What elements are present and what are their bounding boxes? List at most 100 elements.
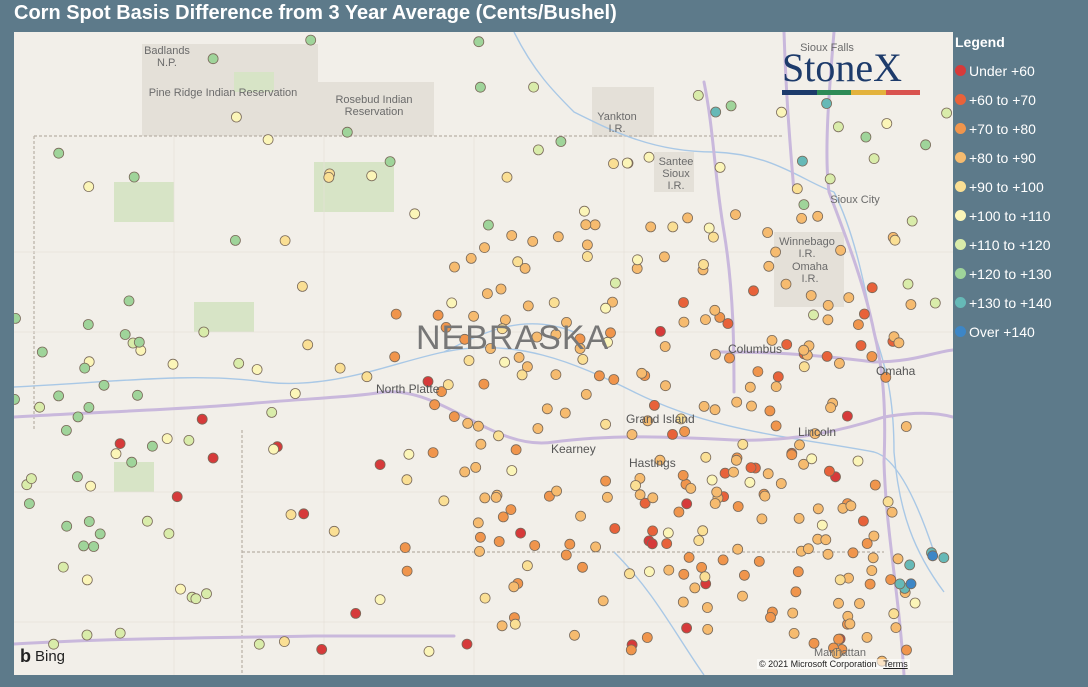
station-dot[interactable] <box>533 144 544 156</box>
station-dot[interactable] <box>834 357 845 369</box>
station-dot[interactable] <box>522 560 533 572</box>
station-dot[interactable] <box>792 566 804 578</box>
station-dot[interactable] <box>496 620 508 632</box>
station-dot[interactable] <box>709 404 721 416</box>
station-dot[interactable] <box>905 578 917 590</box>
station-dot[interactable] <box>796 212 807 224</box>
station-dot[interactable] <box>894 578 906 590</box>
station-dot[interactable] <box>559 407 571 419</box>
station-dot[interactable] <box>888 608 900 620</box>
station-dot[interactable] <box>465 252 477 264</box>
station-dot[interactable] <box>737 590 748 602</box>
station-dot[interactable] <box>660 380 671 392</box>
station-dot[interactable] <box>678 568 690 580</box>
station-dot[interactable] <box>438 495 450 507</box>
station-dot[interactable] <box>114 627 126 639</box>
station-dot[interactable] <box>146 440 158 452</box>
station-dot[interactable] <box>183 434 195 446</box>
station-dot[interactable] <box>730 209 741 221</box>
station-dot[interactable] <box>550 369 562 381</box>
station-dot[interactable] <box>522 300 534 312</box>
station-dot[interactable] <box>710 348 721 360</box>
station-dot[interactable] <box>725 100 737 112</box>
station-dot[interactable] <box>645 221 657 233</box>
station-dot[interactable] <box>868 530 880 542</box>
station-dot[interactable] <box>763 260 775 272</box>
station-dot[interactable] <box>699 571 711 583</box>
station-dot[interactable] <box>479 492 491 504</box>
station-dot[interactable] <box>847 547 859 559</box>
station-dot[interactable] <box>641 632 653 643</box>
station-dot[interactable] <box>866 282 878 294</box>
station-dot[interactable] <box>350 608 362 619</box>
station-dot[interactable] <box>61 424 72 436</box>
station-dot[interactable] <box>845 500 857 512</box>
station-dot[interactable] <box>316 644 328 655</box>
station-dot[interactable] <box>739 569 750 581</box>
station-dot[interactable] <box>132 389 143 401</box>
station-dot[interactable] <box>662 527 674 539</box>
station-dot[interactable] <box>731 454 742 466</box>
station-dot[interactable] <box>366 170 378 182</box>
station-dot[interactable] <box>855 340 867 351</box>
station-dot[interactable] <box>794 439 805 451</box>
station-dot[interactable] <box>753 556 765 567</box>
station-dot[interactable] <box>861 632 873 643</box>
station-dot[interactable] <box>745 462 757 474</box>
station-dot[interactable] <box>79 362 91 374</box>
station-dot[interactable] <box>201 588 212 600</box>
station-dot[interactable] <box>14 394 20 405</box>
station-dot[interactable] <box>82 319 94 330</box>
station-dot[interactable] <box>133 336 145 348</box>
station-dot[interactable] <box>389 351 401 363</box>
station-dot[interactable] <box>706 474 718 486</box>
station-dot[interactable] <box>882 496 894 508</box>
station-dot[interactable] <box>816 519 828 531</box>
station-dot[interactable] <box>196 413 208 425</box>
station-dot[interactable] <box>83 401 95 413</box>
station-dot[interactable] <box>770 381 782 393</box>
station-dot[interactable] <box>822 299 834 311</box>
station-dot[interactable] <box>700 314 711 326</box>
station-dot[interactable] <box>527 235 539 247</box>
station-dot[interactable] <box>515 527 527 539</box>
station-dot[interactable] <box>885 574 897 585</box>
station-dot[interactable] <box>61 520 73 532</box>
station-dot[interactable] <box>805 290 817 301</box>
station-dot[interactable] <box>790 586 802 598</box>
station-dot[interactable] <box>889 234 901 246</box>
station-dot[interactable] <box>597 595 609 607</box>
station-dot[interactable] <box>636 367 648 379</box>
station-dot[interactable] <box>81 629 93 641</box>
station-dot[interactable] <box>268 443 280 455</box>
station-dot[interactable] <box>772 371 784 383</box>
station-dot[interactable] <box>843 292 855 304</box>
station-dot[interactable] <box>328 525 340 537</box>
station-dot[interactable] <box>499 356 511 368</box>
station-dot[interactable] <box>929 297 941 309</box>
station-dot[interactable] <box>461 638 473 650</box>
station-dot[interactable] <box>748 285 759 297</box>
station-dot[interactable] <box>698 259 709 270</box>
station-dot[interactable] <box>647 492 659 504</box>
station-dot[interactable] <box>621 157 633 169</box>
station-dot[interactable] <box>505 504 517 516</box>
station-dot[interactable] <box>737 438 749 450</box>
terms-link[interactable]: Terms <box>883 659 908 669</box>
station-dot[interactable] <box>646 538 658 550</box>
station-dot[interactable] <box>83 516 95 527</box>
station-dot[interactable] <box>717 554 729 566</box>
station-dot[interactable] <box>776 106 787 118</box>
station-dot[interactable] <box>401 474 413 486</box>
station-dot[interactable] <box>459 466 471 478</box>
station-dot[interactable] <box>798 344 810 356</box>
station-dot[interactable] <box>710 106 722 118</box>
station-dot[interactable] <box>481 288 493 300</box>
station-dot[interactable] <box>474 531 486 543</box>
station-dot[interactable] <box>251 364 263 375</box>
station-dot[interactable] <box>600 475 611 487</box>
station-dot[interactable] <box>94 528 106 540</box>
station-dot[interactable] <box>825 402 836 414</box>
station-dot[interactable] <box>341 126 353 138</box>
station-dot[interactable] <box>864 578 876 590</box>
